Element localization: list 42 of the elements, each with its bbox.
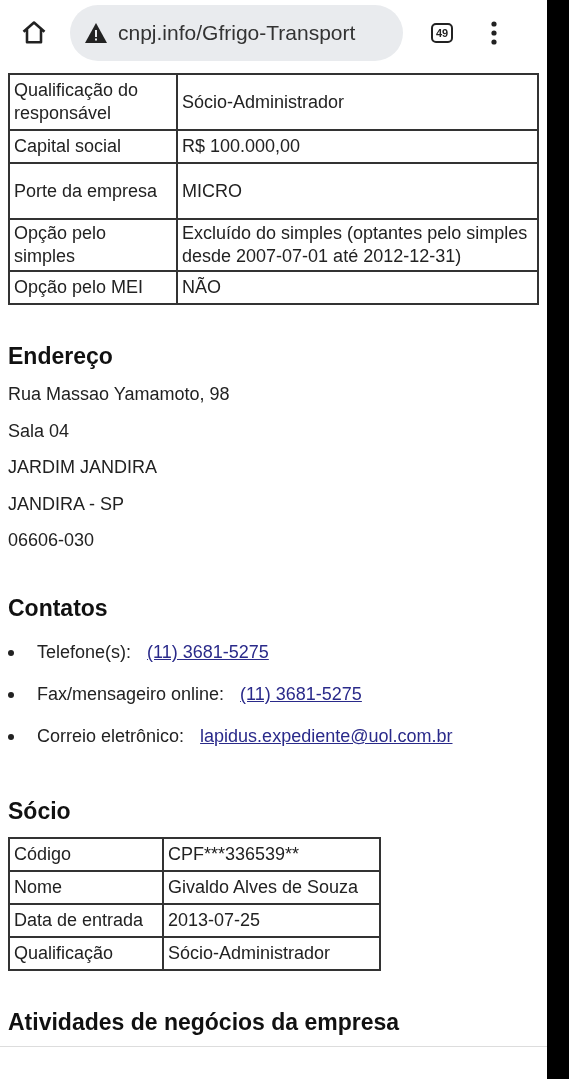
- address-bar[interactable]: cnpj.info/Gfrigo-Transport: [70, 5, 403, 61]
- table-cell: Qualificação: [9, 936, 163, 970]
- contact-label: Fax/mensageiro online:: [37, 684, 225, 705]
- table-cell: Excluído do simples (optantes pelo simples desde 2007-07-01 até 2012-12-31): [177, 219, 538, 271]
- address-line: Rua Massao Yamamoto, 98: [8, 383, 231, 406]
- table-cell: NÃO: [177, 271, 538, 304]
- table-cell: Capital social: [9, 130, 177, 163]
- address-line: JARDIM JANDIRA: [8, 456, 158, 479]
- url-text: cnpj.info/Gfrigo-Transport: [118, 21, 356, 45]
- section-heading: Contatos: [8, 594, 109, 622]
- table-cell: CPF***336539**: [163, 837, 380, 871]
- table-cell: R$ 100.000,00: [177, 130, 538, 163]
- bullet-icon: [8, 691, 14, 698]
- address-line: JANDIRA - SP: [8, 492, 126, 516]
- contact-label: Telefone(s):: [37, 642, 132, 663]
- table-cell: Sócio-Administrador: [177, 74, 538, 130]
- contact-link[interactable]: (11) 3681-5275: [240, 684, 362, 705]
- contact-label: Correio eletrônico:: [37, 726, 185, 747]
- section-heading: Endereço: [8, 343, 114, 370]
- contact-link[interactable]: (11) 3681-5275: [147, 642, 269, 663]
- home-icon[interactable]: [20, 19, 48, 47]
- contact-link[interactable]: lapidus.expediente@uol.com.br: [200, 726, 453, 747]
- table-cell: Opção pelo simples: [9, 219, 177, 271]
- address-line: Sala 04: [8, 419, 71, 443]
- table-cell: Porte da empresa: [9, 163, 177, 219]
- table-cell: MICRO: [177, 163, 538, 219]
- section-heading: Sócio: [8, 797, 72, 825]
- table-cell: Data de entrada: [9, 903, 163, 937]
- warning-icon[interactable]: [84, 22, 108, 44]
- table-cell: Código: [9, 837, 163, 871]
- address-line: 06606-030: [8, 529, 96, 552]
- table-cell: Nome: [9, 870, 163, 904]
- menu-icon[interactable]: [491, 21, 498, 45]
- table-cell: Sócio-Administrador: [163, 936, 380, 970]
- table-cell: Opção pelo MEI: [9, 271, 177, 304]
- bullet-icon: [8, 733, 14, 740]
- section-heading: Atividades de negócios da empresa: [8, 1008, 401, 1036]
- bullet-icon: [8, 649, 14, 656]
- tab-count-button[interactable]: 49: [431, 23, 454, 43]
- table-cell: Givaldo Alves de Souza: [163, 870, 380, 904]
- table-cell: 2013-07-25: [163, 903, 380, 937]
- table-cell: Qualificação do responsável: [9, 74, 177, 130]
